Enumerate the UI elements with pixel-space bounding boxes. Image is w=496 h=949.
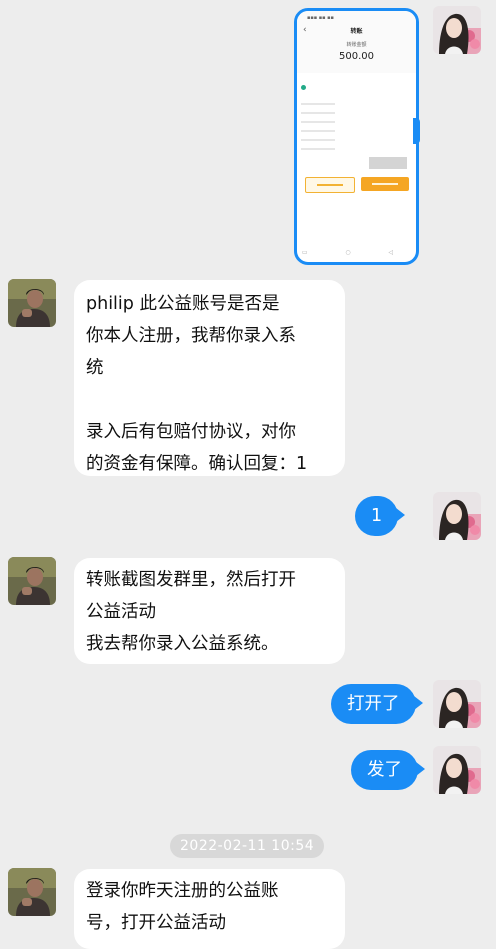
message-text: 公益活动	[86, 602, 156, 622]
message-bubble-incoming[interactable]: philip 此公益账号是否是 你本人注册，我帮你录入系 统 录入后有包赔付协议…	[74, 280, 345, 476]
avatar-self[interactable]	[433, 680, 481, 728]
transfer-screenshot-image[interactable]: ▪▪▪ ▪▪ ▪▪ ‹ 转账 转账金额 500.00 ▭ ○ ◁	[294, 8, 419, 265]
message-bubble-outgoing[interactable]: 发了	[351, 750, 425, 790]
transfer-amount-caption: 转账金额	[346, 42, 367, 48]
message-bubble-outgoing[interactable]: 1	[355, 496, 406, 536]
screenshot-primary-button	[361, 177, 409, 191]
message-text: 录入后有包赔付协议，对你	[86, 422, 296, 442]
message-text: 号，打开公益活动	[86, 913, 226, 933]
message-text: 你本人注册，我帮你录入系	[86, 326, 296, 346]
message-bubble-incoming[interactable]: 登录你昨天注册的公益账 号，打开公益活动	[74, 869, 345, 949]
message-text: 统	[86, 358, 104, 378]
message-text: 打开了	[347, 694, 400, 714]
screenshot-title: 转账	[350, 28, 363, 35]
screenshot-secondary-button	[305, 177, 355, 193]
check-dot-icon	[301, 85, 306, 90]
message-text: 我去帮你录入公益系统。	[86, 634, 279, 654]
avatar-contact[interactable]	[8, 279, 56, 327]
message-text: 1	[371, 506, 383, 526]
message-text: philip 此公益账号是否是	[86, 294, 280, 314]
screenshot-header: ▪▪▪ ▪▪ ▪▪ ‹ 转账 转账金额 500.00	[297, 11, 416, 73]
avatar-self[interactable]	[433, 492, 481, 540]
screenshot-nav-bar: ▭ ○ ◁	[301, 249, 412, 256]
avatar-contact[interactable]	[8, 868, 56, 916]
message-text: 发了	[367, 760, 402, 780]
message-timestamp: 2022-02-11 10:54	[170, 834, 325, 858]
message-bubble-incoming[interactable]: 转账截图发群里，然后打开 公益活动 我去帮你录入公益系统。	[74, 558, 345, 664]
transfer-details-panel	[301, 77, 412, 169]
avatar-contact[interactable]	[8, 557, 56, 605]
transfer-amount: 500.00	[339, 51, 374, 62]
status-bar: ▪▪▪ ▪▪ ▪▪	[307, 15, 334, 21]
screenshot-edge-tab	[413, 118, 420, 144]
avatar-self[interactable]	[433, 6, 481, 54]
avatar-self[interactable]	[433, 746, 481, 794]
message-bubble-outgoing[interactable]: 打开了	[331, 684, 422, 724]
message-text: 转账截图发群里，然后打开	[86, 570, 296, 590]
message-text: 的资金有保障。确认回复：1	[86, 454, 308, 474]
message-text: 登录你昨天注册的公益账	[86, 881, 279, 901]
redacted-area	[369, 157, 407, 169]
